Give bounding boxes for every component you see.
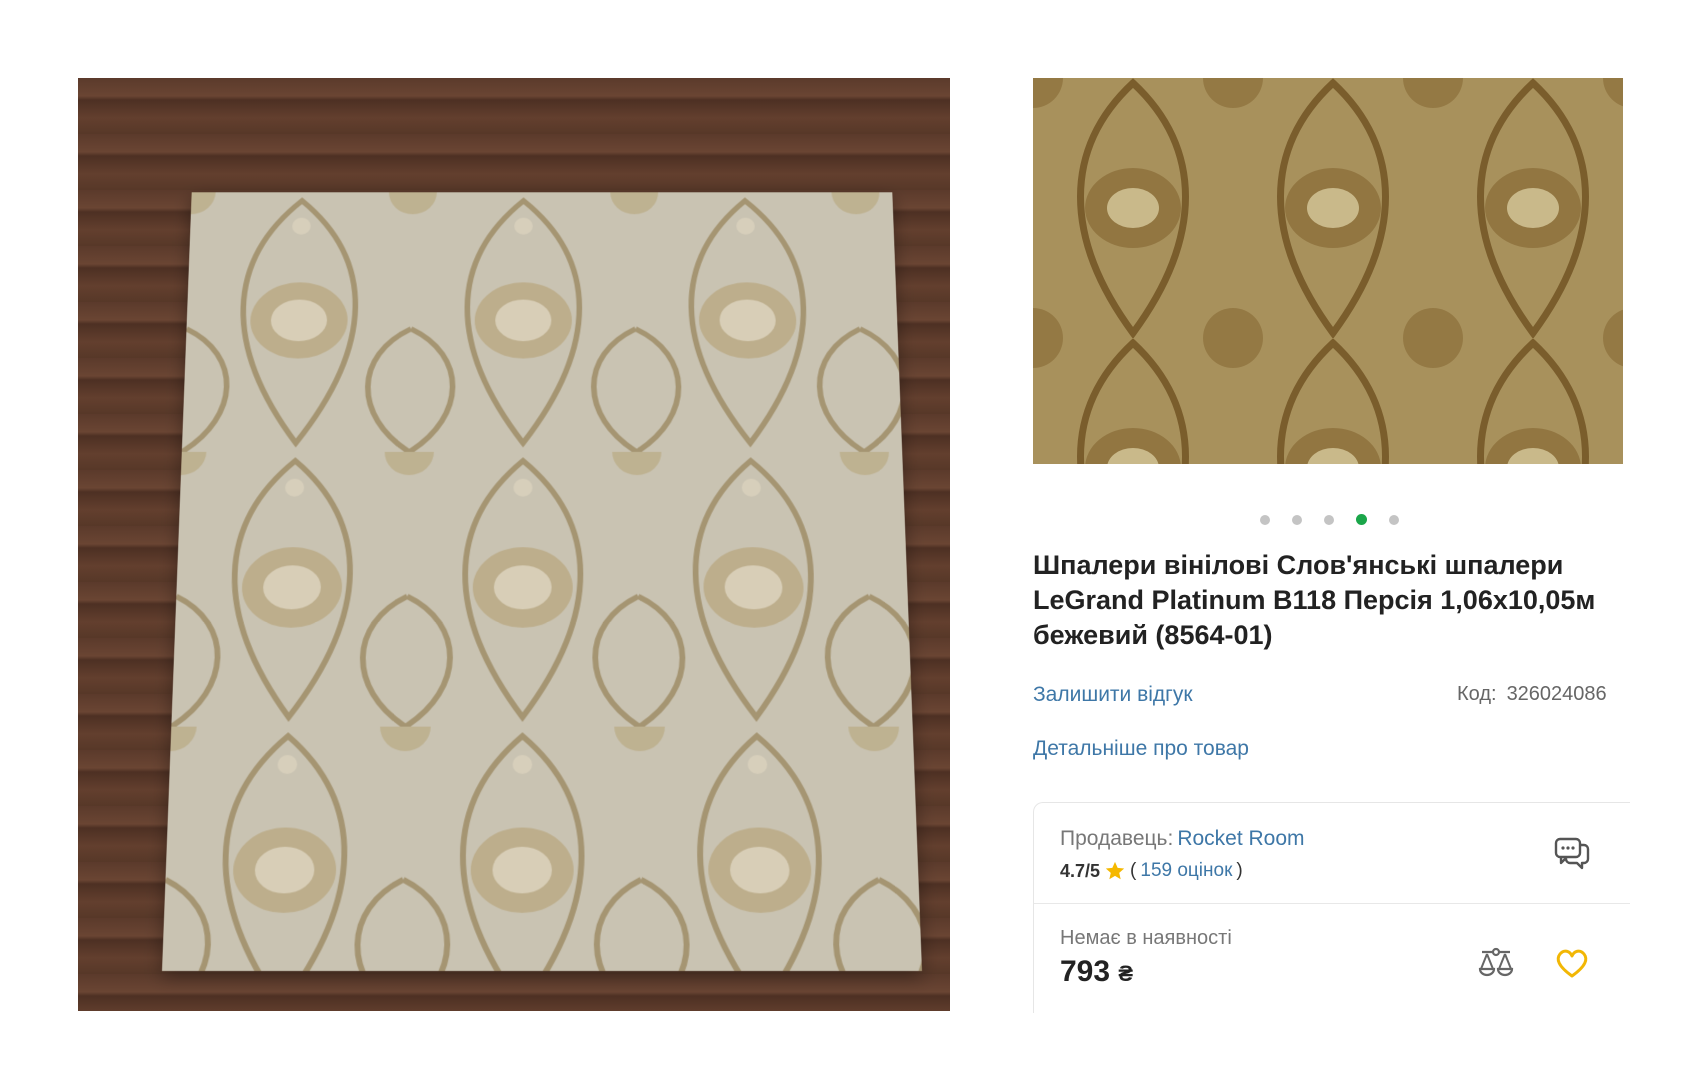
reviews-open-paren: ( bbox=[1130, 860, 1137, 881]
price-value: 793 bbox=[1060, 955, 1111, 988]
reviews-close-paren: ) bbox=[1236, 860, 1243, 881]
price-currency: ₴ bbox=[1118, 961, 1134, 986]
seller-row: Продавець: Rocket Room bbox=[1060, 827, 1305, 851]
seller-label: Продавець: bbox=[1060, 827, 1174, 850]
gallery-pagination bbox=[1260, 514, 1399, 525]
availability-status: Немає в наявності bbox=[1060, 927, 1232, 949]
gallery-dot[interactable] bbox=[1324, 514, 1334, 525]
product-code-value: 326024086 bbox=[1506, 683, 1607, 705]
seller-rating: 4.7/5 ( 159 оцінок ) bbox=[1060, 860, 1243, 882]
product-code: Код: 326024086 bbox=[1457, 683, 1623, 706]
wallpaper-roll bbox=[162, 192, 922, 972]
leave-review-link[interactable]: Залишити відгук bbox=[1033, 683, 1193, 707]
product-photo-main bbox=[78, 78, 950, 1011]
product-title: Шпалери вінілові Слов'янські шпалери LeG… bbox=[1033, 550, 1596, 650]
star-icon bbox=[1105, 861, 1125, 880]
gallery-dot[interactable] bbox=[1389, 514, 1399, 525]
product-details-link[interactable]: Детальніше про товар bbox=[1033, 737, 1249, 761]
compare-icon[interactable] bbox=[1476, 943, 1516, 983]
gallery-dot-active[interactable] bbox=[1356, 514, 1367, 525]
chat-icon[interactable] bbox=[1552, 833, 1592, 873]
gallery-dot[interactable] bbox=[1292, 514, 1302, 525]
price: 793 ₴ bbox=[1060, 955, 1133, 989]
product-code-label: Код: bbox=[1457, 683, 1497, 705]
seller-name-link[interactable]: Rocket Room bbox=[1177, 827, 1304, 850]
reviews-count-link[interactable]: 159 оцінок bbox=[1140, 860, 1232, 882]
product-photo-closeup[interactable] bbox=[1033, 78, 1623, 464]
seller-card: Продавець: Rocket Room 4.7/5 ( 159 оцінок… bbox=[1033, 802, 1630, 1013]
card-divider bbox=[1034, 903, 1630, 904]
gallery-dot[interactable] bbox=[1260, 514, 1270, 525]
heart-icon[interactable] bbox=[1552, 943, 1592, 983]
rating-score: 4.7/5 bbox=[1060, 860, 1101, 881]
